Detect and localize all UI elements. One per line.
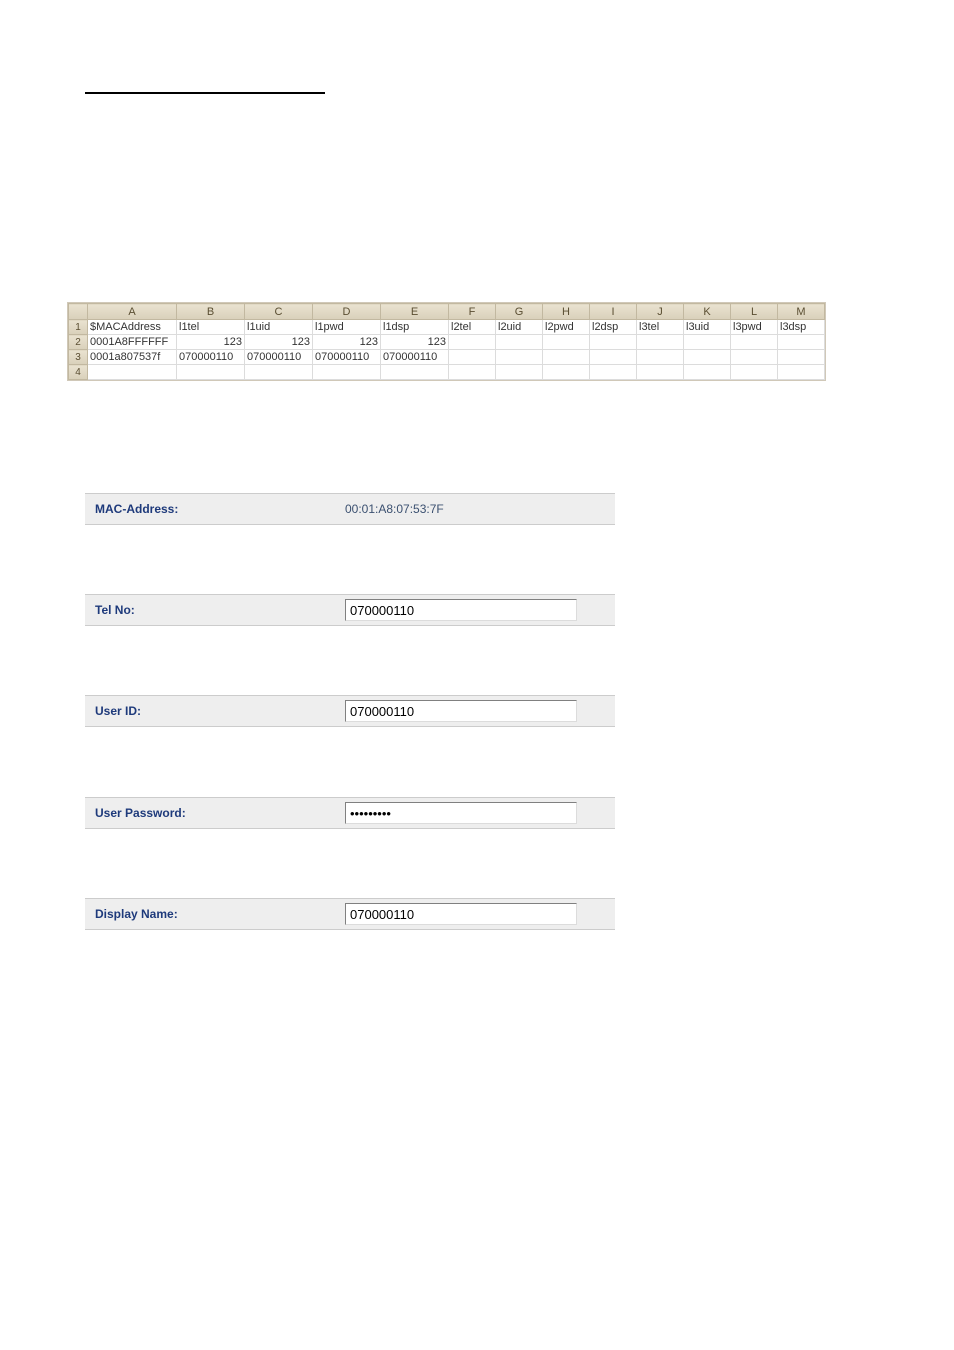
col-header-L[interactable]: L [731, 304, 778, 320]
cell[interactable] [637, 335, 684, 350]
cell[interactable]: 070000110 [313, 350, 381, 365]
section-underline [85, 92, 325, 94]
col-header-H[interactable]: H [543, 304, 590, 320]
col-header-D[interactable]: D [313, 304, 381, 320]
cell[interactable] [177, 365, 245, 380]
cell[interactable]: l3tel [637, 320, 684, 335]
col-header-I[interactable]: I [590, 304, 637, 320]
sheet-corner [69, 304, 88, 320]
cell[interactable]: l2pwd [543, 320, 590, 335]
col-header-G[interactable]: G [496, 304, 543, 320]
cell[interactable]: 123 [313, 335, 381, 350]
user-password-label: User Password: [85, 806, 345, 820]
tel-no-input[interactable] [345, 599, 577, 621]
cell[interactable] [778, 335, 825, 350]
cell[interactable]: l1dsp [381, 320, 449, 335]
cell[interactable] [496, 335, 543, 350]
cell[interactable]: l2uid [496, 320, 543, 335]
spreadsheet: ABCDEFGHIJKLM 1$MACAddressl1tell1uidl1pwd… [67, 302, 826, 381]
display-name-input[interactable] [345, 903, 577, 925]
cell[interactable] [637, 350, 684, 365]
user-password-row: User Password: [85, 797, 615, 829]
cell[interactable] [496, 365, 543, 380]
col-header-K[interactable]: K [684, 304, 731, 320]
cell[interactable]: l3pwd [731, 320, 778, 335]
cell[interactable] [731, 365, 778, 380]
col-header-B[interactable]: B [177, 304, 245, 320]
cell[interactable] [449, 350, 496, 365]
tel-no-label: Tel No: [85, 603, 345, 617]
cell[interactable]: 0001a807537f [88, 350, 177, 365]
cell[interactable]: l3dsp [778, 320, 825, 335]
col-header-M[interactable]: M [778, 304, 825, 320]
mac-address-row: MAC-Address: 00:01:A8:07:53:7F [85, 493, 615, 525]
cell[interactable] [731, 350, 778, 365]
user-password-input[interactable] [345, 802, 577, 824]
col-header-A[interactable]: A [88, 304, 177, 320]
cell[interactable] [590, 335, 637, 350]
cell[interactable] [778, 365, 825, 380]
cell[interactable] [590, 365, 637, 380]
cell[interactable] [684, 365, 731, 380]
cell[interactable]: l3uid [684, 320, 731, 335]
cell[interactable]: l2dsp [590, 320, 637, 335]
user-id-row: User ID: [85, 695, 615, 727]
display-name-row: Display Name: [85, 898, 615, 930]
user-id-input[interactable] [345, 700, 577, 722]
cell[interactable] [245, 365, 313, 380]
cell[interactable]: l1uid [245, 320, 313, 335]
cell[interactable]: l1pwd [313, 320, 381, 335]
cell[interactable] [778, 350, 825, 365]
col-header-F[interactable]: F [449, 304, 496, 320]
cell[interactable] [88, 365, 177, 380]
tel-no-row: Tel No: [85, 594, 615, 626]
cell[interactable]: 123 [245, 335, 313, 350]
cell[interactable] [731, 335, 778, 350]
cell[interactable] [637, 365, 684, 380]
cell[interactable] [543, 350, 590, 365]
cell[interactable]: 123 [177, 335, 245, 350]
cell[interactable]: 070000110 [245, 350, 313, 365]
cell[interactable]: l1tel [177, 320, 245, 335]
cell[interactable] [313, 365, 381, 380]
user-id-label: User ID: [85, 704, 345, 718]
cell[interactable]: $MACAddress [88, 320, 177, 335]
row-header-3[interactable]: 3 [69, 350, 88, 365]
display-name-label: Display Name: [85, 907, 345, 921]
cell[interactable] [543, 365, 590, 380]
cell[interactable]: l2tel [449, 320, 496, 335]
cell[interactable]: 070000110 [381, 350, 449, 365]
col-header-C[interactable]: C [245, 304, 313, 320]
cell[interactable] [496, 350, 543, 365]
cell[interactable] [381, 365, 449, 380]
cell[interactable]: 123 [381, 335, 449, 350]
cell[interactable] [449, 335, 496, 350]
cell[interactable] [684, 335, 731, 350]
mac-address-label: MAC-Address: [85, 502, 345, 516]
row-header-1[interactable]: 1 [69, 320, 88, 335]
row-header-4[interactable]: 4 [69, 365, 88, 380]
mac-address-value: 00:01:A8:07:53:7F [345, 502, 444, 516]
col-header-E[interactable]: E [381, 304, 449, 320]
cell[interactable] [590, 350, 637, 365]
cell[interactable]: 070000110 [177, 350, 245, 365]
row-header-2[interactable]: 2 [69, 335, 88, 350]
cell[interactable]: 0001A8FFFFFF [88, 335, 177, 350]
cell[interactable] [449, 365, 496, 380]
cell[interactable] [543, 335, 590, 350]
col-header-J[interactable]: J [637, 304, 684, 320]
cell[interactable] [684, 350, 731, 365]
